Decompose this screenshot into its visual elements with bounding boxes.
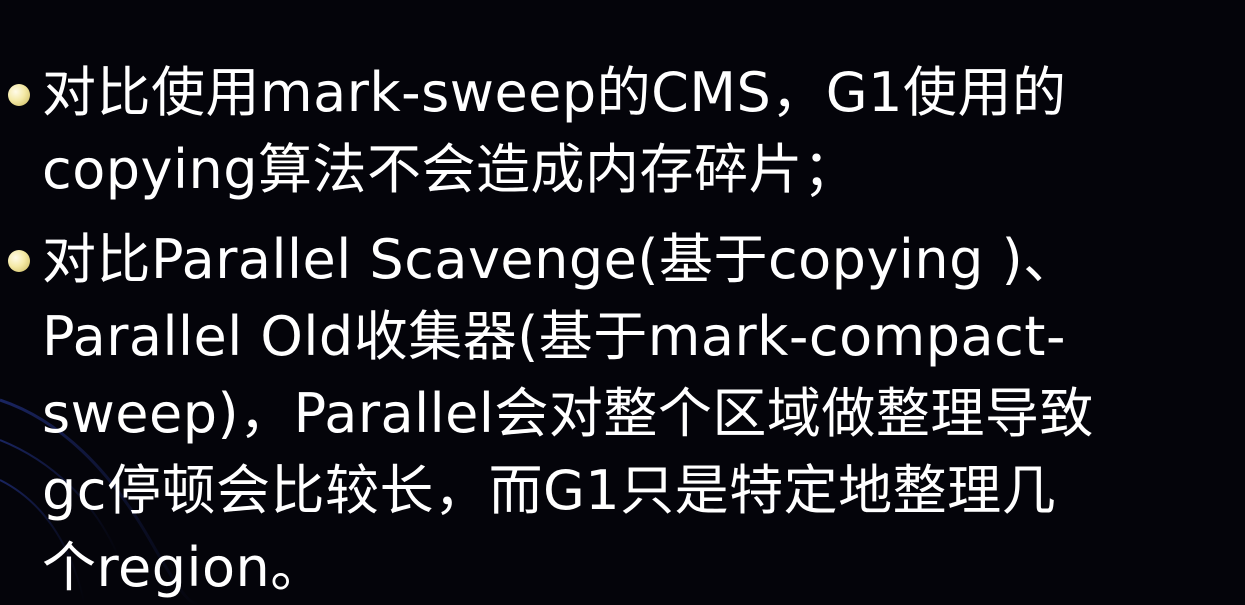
bullet-item-cms-comparison: 对比使用mark-sweep的CMS，G1使用的 copying算法不会造成内存… <box>8 54 1237 208</box>
bullet-text-line: 个region。 <box>42 536 325 599</box>
bullet-text-line: 对比Parallel Scavenge(基于copying )、 <box>42 228 1078 291</box>
bullet-text-line: copying算法不会造成内存碎片； <box>42 138 858 201</box>
bullet-dot-icon <box>8 250 30 272</box>
bullet-text-line: Parallel Old收集器(基于mark-compact- <box>42 305 1066 368</box>
bullet-text-line: gc停顿会比较长，而G1只是特定地整理几 <box>42 459 1057 522</box>
bullet-dot-icon <box>8 84 30 106</box>
slide: 对比使用mark-sweep的CMS，G1使用的 copying算法不会造成内存… <box>0 0 1245 605</box>
bullet-text-line: 对比使用mark-sweep的CMS，G1使用的 <box>42 61 1067 124</box>
bullet-text-line: sweep)，Parallel会对整个区域做整理导致 <box>42 382 1094 445</box>
bullet-item-parallel-comparison: 对比Parallel Scavenge(基于copying )、 Paralle… <box>8 221 1237 605</box>
